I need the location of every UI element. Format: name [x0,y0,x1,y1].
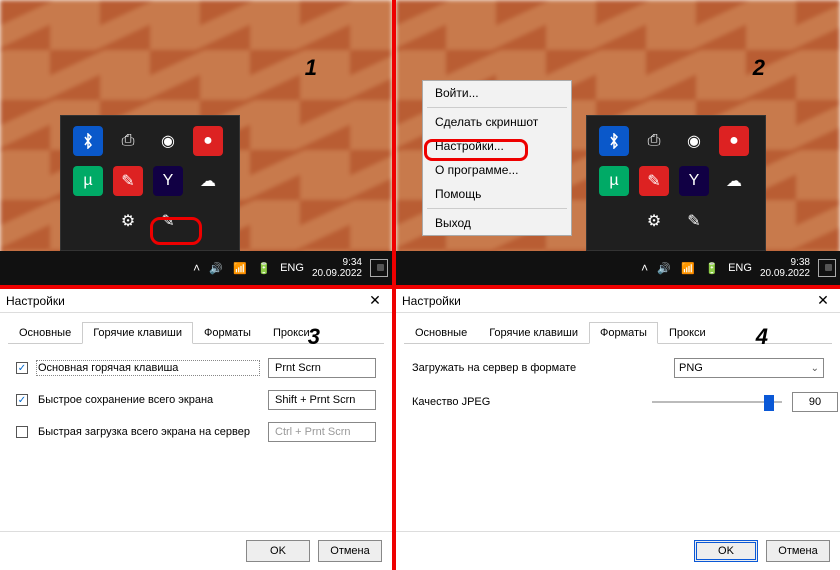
sound-icon[interactable]: 🔊 [208,260,224,276]
slider-thumb[interactable] [764,395,774,411]
select-value: PNG [679,362,703,374]
cancel-button[interactable]: Отмена [766,540,830,562]
tab-formats[interactable]: Форматы [193,322,262,344]
battery-icon[interactable]: 🔋 [704,260,720,276]
step-number-1: 1 [305,55,317,81]
bluetooth-icon[interactable] [73,126,103,156]
tab-hotkeys[interactable]: Горячие клавиши [82,322,193,344]
lightshot-icon[interactable]: ✎ [679,206,709,236]
time-text: 9:38 [760,257,810,268]
dialog-title: Настройки [402,294,461,308]
checkbox-save-hotkey[interactable] [16,394,28,406]
select-upload-format[interactable]: PNG ⌄ [674,358,824,378]
slider-jpeg-quality[interactable] [652,392,782,412]
tray-chevron-icon[interactable]: ˄ [641,261,648,275]
ok-button[interactable]: OK [246,540,310,562]
time-text: 9:34 [312,257,362,268]
label-jpeg-quality: Качество JPEG [412,396,632,408]
settings-dialog: Настройки ✕ 3 Основные Горячие клавиши Ф… [0,289,392,570]
dialog-buttons: OK Отмена [0,531,392,570]
yandex-disk-icon[interactable]: ✎ [639,166,669,196]
sound-icon[interactable]: 🔊 [656,260,672,276]
wifi-icon[interactable]: 📶 [680,260,696,276]
tray-chevron-icon[interactable]: ˄ [193,261,200,275]
menu-exit[interactable]: Выход [423,211,571,235]
clock[interactable]: 9:34 20.09.2022 [312,257,362,279]
menu-separator [427,107,567,108]
input-main-hotkey[interactable]: Prnt Scrn [268,358,376,378]
yandex-icon[interactable]: Y [679,166,709,196]
ok-button[interactable]: OK [694,540,758,562]
input-upload-hotkey[interactable]: Ctrl + Prnt Scrn [268,422,376,442]
tab-formats[interactable]: Форматы [589,322,658,344]
empty-icon [599,206,629,236]
tab-proxy[interactable]: Прокси [658,322,717,344]
settings-icon[interactable]: ⚙ [639,206,669,236]
menu-screenshot[interactable]: Сделать скриншот [423,110,571,134]
usb-icon[interactable]: ⎙ [639,126,669,156]
menu-help[interactable]: Помощь [423,182,571,206]
tabs: Основные Горячие клавиши Форматы Прокси [8,321,384,344]
menu-about[interactable]: О программе... [423,158,571,182]
tab-hotkeys[interactable]: Горячие клавиши [478,322,589,344]
alert-icon[interactable]: ● [719,126,749,156]
usb-icon[interactable]: ⎙ [113,126,143,156]
checkbox-upload-hotkey[interactable] [16,426,28,438]
utorrent-icon[interactable]: µ [73,166,103,196]
step-number-3: 3 [308,324,320,350]
highlight-ring [424,139,528,161]
wifi-icon[interactable]: 📶 [232,260,248,276]
security-icon[interactable]: ◉ [679,126,709,156]
date-text: 20.09.2022 [760,268,810,279]
settings-dialog: Настройки ✕ 4 Основные Горячие клавиши Ф… [396,289,840,570]
date-text: 20.09.2022 [312,268,362,279]
system-tray-popup: ⎙ ◉ ● µ ✎ Y ☁ ⚙ ✎ [586,115,766,251]
highlight-ring [150,217,202,245]
tab-general[interactable]: Основные [404,322,478,344]
taskbar: ˄ 🔊 📶 🔋 ENG 9:34 20.09.2022 [0,251,392,285]
dialog-body: Основная горячая клавиша Prnt Scrn Быстр… [0,344,392,531]
menu-separator [427,208,567,209]
alert-icon[interactable]: ● [193,126,223,156]
utorrent-icon[interactable]: µ [599,166,629,196]
cloud-icon[interactable]: ☁ [193,166,223,196]
chevron-down-icon: ⌄ [811,363,819,374]
input-save-hotkey[interactable]: Shift + Prnt Scrn [268,390,376,410]
security-icon[interactable]: ◉ [153,126,183,156]
label-upload-hotkey: Быстрая загрузка всего экрана на сервер [38,426,258,438]
close-icon[interactable]: ✕ [812,292,834,309]
yandex-icon[interactable]: Y [153,166,183,196]
dialog-buttons: OK Отмена [396,531,840,570]
lang-indicator[interactable]: ENG [728,262,752,274]
dialog-body: Загружать на сервер в формате PNG ⌄ Каче… [396,344,840,531]
taskbar: ˄ 🔊 📶 🔋 ENG 9:38 20.09.2022 [396,251,840,285]
clock[interactable]: 9:38 20.09.2022 [760,257,810,279]
battery-icon[interactable]: 🔋 [256,260,272,276]
cloud-icon[interactable]: ☁ [719,166,749,196]
dialog-title: Настройки [6,294,65,308]
lang-indicator[interactable]: ENG [280,262,304,274]
input-jpeg-quality[interactable]: 90 [792,392,838,412]
action-center-icon[interactable] [370,259,388,277]
label-upload-format: Загружать на сервер в формате [412,362,632,374]
step-number-2: 2 [753,55,765,81]
empty-icon [73,206,103,236]
titlebar: Настройки ✕ [0,289,392,313]
checkbox-main-hotkey[interactable] [16,362,28,374]
label-save-hotkey: Быстрое сохранение всего экрана [38,394,258,406]
tab-general[interactable]: Основные [8,322,82,344]
titlebar: Настройки ✕ [396,289,840,313]
label-main-hotkey: Основная горячая клавиша [38,362,258,374]
yandex-disk-icon[interactable]: ✎ [113,166,143,196]
step-number-4: 4 [756,324,768,350]
bluetooth-icon[interactable] [599,126,629,156]
settings-icon[interactable]: ⚙ [113,206,143,236]
menu-login[interactable]: Войти... [423,81,571,105]
close-icon[interactable]: ✕ [364,292,386,309]
cancel-button[interactable]: Отмена [318,540,382,562]
action-center-icon[interactable] [818,259,836,277]
